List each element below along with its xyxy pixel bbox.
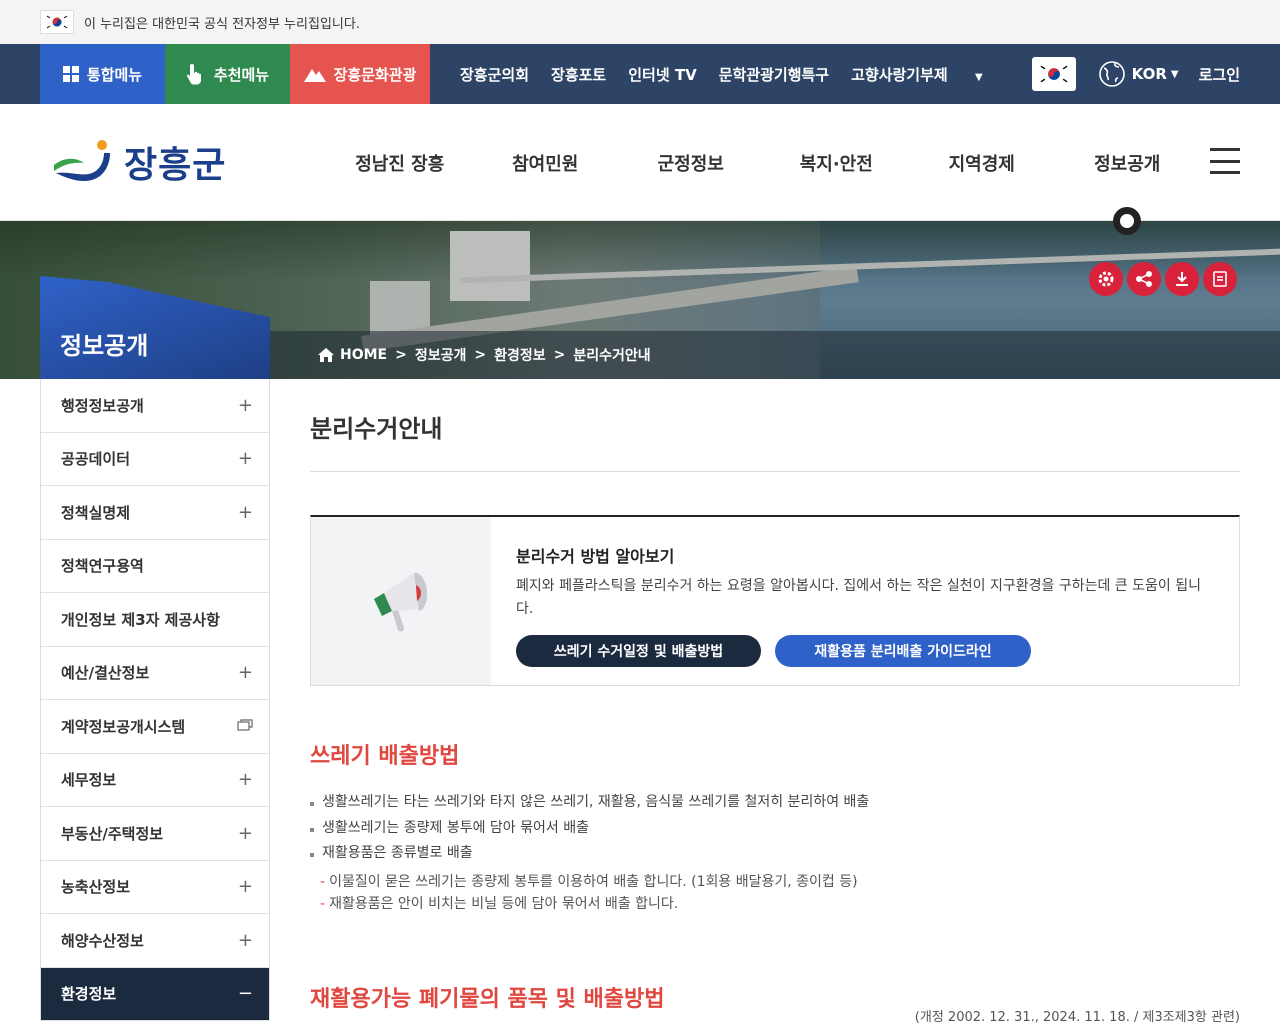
lnb-item-budget[interactable]: 예산/결산정보 + bbox=[41, 647, 269, 700]
lnb-item-real-estate[interactable]: 부동산/주택정보 + bbox=[41, 807, 269, 861]
guide-description: 폐지와 페플라스틱을 분리수거 하는 요령을 알아봅시다. 집에서 하는 작은 … bbox=[516, 578, 1201, 617]
gnb-admin-info[interactable]: 군정정보 bbox=[618, 150, 764, 176]
link-photo[interactable]: 장흥포토 bbox=[551, 64, 606, 85]
recycling-guideline-button[interactable]: 재활용품 분리배출 가이드라인 bbox=[775, 635, 1031, 667]
link-literature-tour[interactable]: 문학관광기행특구 bbox=[719, 64, 829, 85]
plus-icon: + bbox=[237, 822, 253, 844]
breadcrumb: HOME > 정보공개 > 환경정보 > 분리수거안내 bbox=[270, 331, 1280, 379]
disposal-sub-notes: - 이물질이 묻은 쓰레기는 종량제 봉투를 이용하여 배출 합니다. (1회용 … bbox=[310, 871, 1240, 915]
culture-tour-button[interactable]: 장흥문화관광 bbox=[290, 44, 430, 104]
lnb-item-policy-research[interactable]: 정책연구용역 bbox=[41, 540, 269, 593]
plus-icon: + bbox=[237, 769, 253, 791]
korea-flag-icon bbox=[40, 10, 74, 34]
download-icon[interactable] bbox=[1165, 262, 1199, 296]
gnb-info-disclosure[interactable]: 정보공개 bbox=[1055, 150, 1201, 176]
share-icon[interactable] bbox=[1127, 262, 1161, 296]
lnb-item-environment[interactable]: 환경정보 − bbox=[41, 967, 269, 1021]
list-item: 생활쓰레기는 타는 쓰레기와 타지 않은 쓰레기, 재활용, 음식물 쓰레기를 … bbox=[310, 790, 1240, 816]
lnb-item-contract-info[interactable]: 계약정보공개시스템 bbox=[41, 700, 269, 754]
gnb-jeongnamjin[interactable]: 정남진 장흥 bbox=[327, 150, 473, 176]
site-logo[interactable]: 장흥군 bbox=[52, 136, 226, 188]
gnb-welfare-safety[interactable]: 복지·안전 bbox=[764, 150, 910, 176]
main-content: 분리수거안내 분리수거 방법 알아보기 폐지와 페플라스틱을 분리수거 하는 요… bbox=[310, 379, 1240, 1024]
lnb-item-marine[interactable]: 해양수산정보 + bbox=[41, 914, 269, 968]
utility-right: KOR ▼ 로그인 bbox=[1031, 44, 1240, 104]
page-tools bbox=[1085, 262, 1237, 296]
disposal-list: 생활쓰레기는 타는 쓰레기와 타지 않은 쓰레기, 재활용, 음식물 쓰레기를 … bbox=[310, 790, 1240, 867]
guide-title: 분리수거 방법 알아보기 bbox=[516, 547, 675, 566]
plus-icon: + bbox=[237, 876, 253, 898]
revision-note: (개정 2002. 12. 31., 2024. 11. 18. / 제3조제3… bbox=[914, 1010, 1240, 1024]
mountain-icon bbox=[303, 66, 326, 82]
total-menu-button[interactable]: 통합메뉴 bbox=[40, 44, 165, 104]
breadcrumb-home[interactable]: HOME bbox=[340, 347, 387, 363]
sub-note: - 재활용품은 안이 비치는 비닐 등에 담아 묶어서 배출 합니다. bbox=[320, 895, 679, 912]
globe-icon bbox=[1098, 61, 1125, 87]
megaphone-icon bbox=[311, 517, 491, 685]
plus-icon: + bbox=[237, 501, 253, 523]
lnb-item-privacy-third-party[interactable]: 개인정보 제3자 제공사항 bbox=[41, 593, 269, 647]
login-link[interactable]: 로그인 bbox=[1199, 64, 1240, 85]
section-title-disposal: 쓰레기 배출방법 bbox=[310, 744, 460, 769]
lnb-title: 정보공개 bbox=[60, 332, 149, 360]
caret-down-icon: ▼ bbox=[974, 71, 983, 83]
guide-box: 분리수거 방법 알아보기 폐지와 페플라스틱을 분리수거 하는 요령을 알아봅시… bbox=[310, 515, 1240, 686]
lnb-item-policy-real-name[interactable]: 정책실명제 + bbox=[41, 486, 269, 540]
home-icon bbox=[318, 348, 334, 362]
korea-flag-icon[interactable] bbox=[1031, 57, 1076, 91]
logo-emblem-icon bbox=[54, 140, 110, 181]
recommend-menu-button[interactable]: 추천메뉴 bbox=[165, 44, 290, 104]
link-internet-tv[interactable]: 인터넷 TV bbox=[628, 64, 696, 85]
breadcrumb-level2[interactable]: 환경정보 bbox=[494, 345, 546, 365]
collection-schedule-button[interactable]: 쓰레기 수거일정 및 배출방법 bbox=[516, 635, 761, 667]
pointer-hand-icon bbox=[186, 63, 206, 85]
utility-links: 장흥군의회 장흥포토 인터넷 TV 문학관광기행특구 고향사랑기부제 ▼ bbox=[460, 64, 1027, 85]
breadcrumb-current: 분리수거안내 bbox=[573, 348, 651, 364]
plus-icon: + bbox=[237, 929, 253, 951]
link-hometown-donation[interactable]: 고향사랑기부제 ▼ bbox=[851, 64, 1005, 85]
hamburger-menu-icon[interactable] bbox=[1210, 148, 1240, 174]
lnb-item-public-data[interactable]: 공공데이터 + bbox=[41, 433, 269, 486]
lnb-item-tax[interactable]: 세무정보 + bbox=[41, 754, 269, 807]
page-title: 분리수거안내 bbox=[310, 409, 1240, 472]
settings-icon[interactable] bbox=[1089, 262, 1123, 296]
gnb-local-economy[interactable]: 지역경제 bbox=[909, 150, 1055, 176]
gnb-participation[interactable]: 참여민원 bbox=[473, 150, 619, 176]
active-nav-indicator bbox=[1113, 207, 1141, 235]
plus-icon: + bbox=[237, 394, 253, 416]
language-select[interactable]: KOR ▼ bbox=[1098, 60, 1179, 88]
plus-icon: + bbox=[237, 448, 253, 470]
lnb-item-admin-info-disclosure[interactable]: 행정정보공개 + bbox=[41, 379, 269, 433]
side-nav: 행정정보공개 + 공공데이터 + 정책실명제 + 정책연구용역 개인정보 제3자 제공… bbox=[40, 379, 270, 1021]
sub-note: - 이물질이 묻은 쓰레기는 종량제 봉투를 이용하여 배출 합니다. (1회용 … bbox=[320, 873, 858, 890]
main-nav: 정남진 장흥 참여민원 군정정보 복지·안전 지역경제 정보공개 bbox=[327, 104, 1200, 221]
list-item: 생활쓰레기는 종량제 봉투에 담아 묶어서 배출 bbox=[310, 816, 1240, 842]
grid-icon bbox=[62, 66, 79, 82]
gov-banner-text: 이 누리집은 대한민국 공식 전자정부 누리집입니다. bbox=[84, 16, 360, 32]
plus-icon: + bbox=[237, 662, 253, 684]
new-window-icon bbox=[237, 717, 253, 735]
gov-banner: 이 누리집은 대한민국 공식 전자정부 누리집입니다. bbox=[0, 0, 1280, 44]
utility-bar: 통합메뉴 추천메뉴 장흥문화관광 장흥군의회 장흥포토 인터넷 TV 문학관광기… bbox=[0, 44, 1280, 104]
link-council[interactable]: 장흥군의회 bbox=[460, 64, 529, 85]
lnb-item-agriculture[interactable]: 농축산정보 + bbox=[41, 861, 269, 914]
breadcrumb-level1[interactable]: 정보공개 bbox=[415, 345, 467, 365]
minus-icon: − bbox=[237, 983, 253, 1005]
header: 장흥군 정남진 장흥 참여민원 군정정보 복지·안전 지역경제 정보공개 bbox=[0, 104, 1280, 221]
caret-down-icon: ▼ bbox=[1170, 68, 1179, 80]
print-icon[interactable] bbox=[1203, 262, 1237, 296]
list-item: 재활용품은 종류별로 배출 bbox=[310, 841, 1240, 867]
logo-text: 장흥군 bbox=[124, 145, 227, 186]
